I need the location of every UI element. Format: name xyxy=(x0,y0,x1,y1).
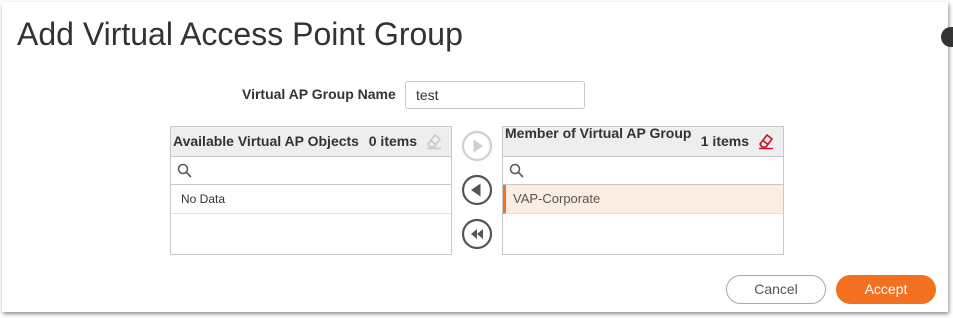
member-count: 1 items xyxy=(700,133,749,149)
list-item: No Data xyxy=(171,185,451,214)
member-search-input[interactable] xyxy=(529,159,779,182)
search-icon xyxy=(177,163,192,178)
dialog-title: Add Virtual Access Point Group xyxy=(17,16,463,52)
rewind-circle-icon[interactable] xyxy=(461,218,493,250)
group-name-input[interactable] xyxy=(405,81,585,109)
list-item[interactable]: VAP-Corporate xyxy=(503,185,783,214)
member-panel-header: Member of Virtual AP Group 1 items xyxy=(503,125,783,156)
member-search-bar xyxy=(503,156,783,185)
back-circle-icon[interactable] xyxy=(461,174,493,206)
available-panel-title: Available Virtual AP Objects xyxy=(173,133,359,149)
add-vap-group-dialog: Add Virtual Access Point Group Virtual A… xyxy=(2,2,948,312)
member-panel-title: Member of Virtual AP Group xyxy=(505,125,692,141)
available-count: 0 items xyxy=(368,133,417,149)
available-panel-header: Available Virtual AP Objects 0 items xyxy=(171,127,451,156)
group-name-label: Virtual AP Group Name xyxy=(242,86,396,102)
available-search-bar xyxy=(171,156,451,185)
eraser-icon[interactable] xyxy=(425,132,443,150)
cancel-button[interactable]: Cancel xyxy=(726,275,826,304)
play-circle-icon[interactable] xyxy=(461,130,493,162)
available-objects-panel: Available Virtual AP Objects 0 items No … xyxy=(170,126,452,255)
accept-button[interactable]: Accept xyxy=(836,275,936,304)
member-objects-panel: Member of Virtual AP Group 1 items VAP-C… xyxy=(502,125,784,255)
eraser-icon[interactable] xyxy=(757,132,775,150)
search-icon xyxy=(509,163,524,178)
available-search-input[interactable] xyxy=(197,159,447,182)
